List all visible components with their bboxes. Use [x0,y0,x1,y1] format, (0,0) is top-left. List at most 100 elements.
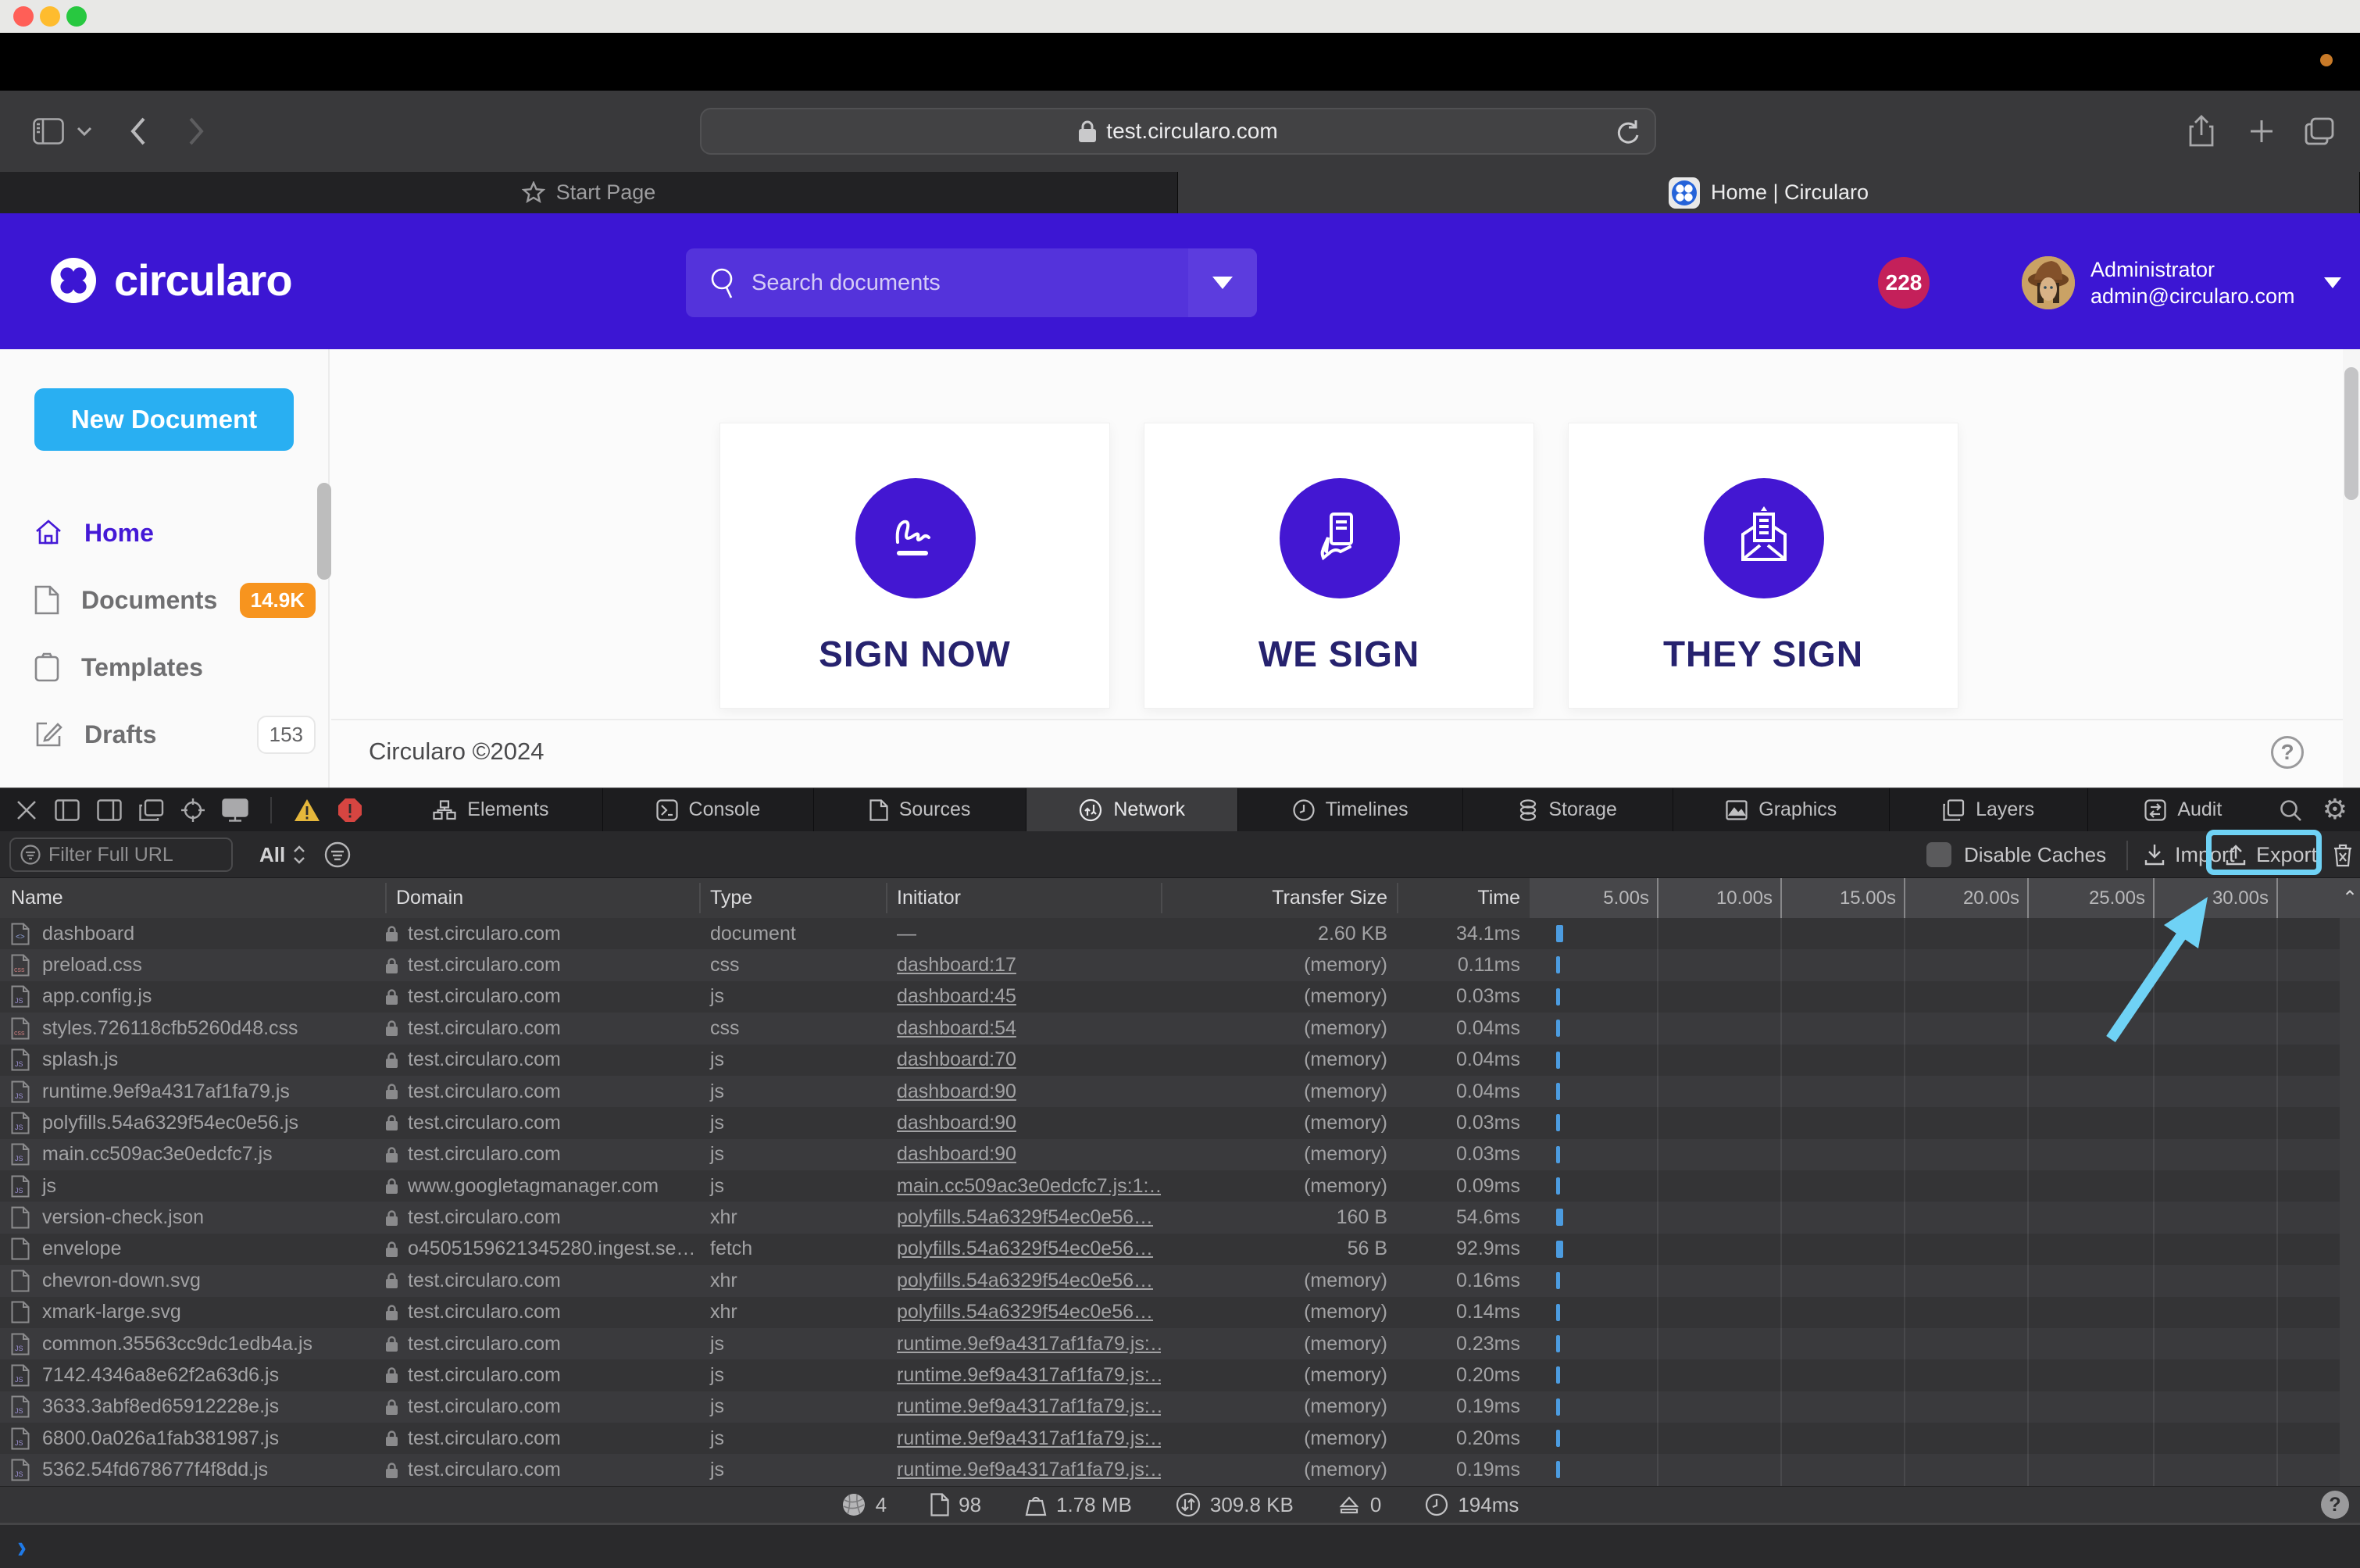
cell-initiator[interactable]: runtime.9ef9a4317af1fa79.js:… [886,1364,1161,1387]
reload-icon[interactable] [1614,119,1641,147]
cell-initiator[interactable]: runtime.9ef9a4317af1fa79.js:… [886,1333,1161,1355]
devtools-tab-elements[interactable]: Elements [380,788,603,832]
devtools-tab-timelines[interactable]: Timelines [1238,788,1464,832]
devtools-close-icon[interactable] [16,799,37,821]
column-header-initiator[interactable]: Initiator [897,878,961,918]
cell-initiator[interactable]: dashboard:90 [886,1143,1161,1166]
element-picker-icon[interactable] [181,798,205,822]
cell-initiator[interactable]: dashboard:90 [886,1112,1161,1134]
warnings-icon[interactable] [294,798,320,822]
disable-caches-control[interactable]: Disable Caches [1926,831,2106,878]
table-row[interactable]: JS main.cc509ac3e0edcfc7.js test.circularo… [0,1138,2360,1170]
cell-initiator[interactable]: polyfills.54a6329f54ec0e56… [886,1206,1161,1229]
table-row[interactable]: JS 5362.54fd678677f4f8dd.js test.circularo… [0,1454,2360,1486]
table-scroll-up-arrow[interactable]: ⌃ [2340,878,2360,918]
circularo-logo[interactable]: circularo [50,255,293,305]
table-row[interactable]: JS 7142.4346a8e62f2a63d6.js test.circularo… [0,1359,2360,1391]
cell-initiator[interactable]: dashboard:54 [886,1017,1161,1040]
cell-initiator[interactable]: runtime.9ef9a4317af1fa79.js:… [886,1459,1161,1481]
new-tab-icon[interactable] [2248,118,2275,145]
table-row[interactable]: css styles.726118cfb5260d48.css test.circu… [0,1013,2360,1045]
url-field[interactable]: test.circularo.com [700,108,1656,155]
table-row[interactable]: css preload.css test.circularo.com css dashb… [0,949,2360,981]
column-header-domain[interactable]: Domain [396,878,463,918]
cell-initiator[interactable]: dashboard:70 [886,1048,1161,1071]
help-icon[interactable]: ? [2271,736,2304,769]
sidebar-scrollbar[interactable] [317,483,331,580]
disable-caches-checkbox[interactable] [1926,842,1951,867]
user-menu[interactable]: Administrator admin@circularo.com [2022,256,2342,309]
new-document-button[interactable]: New Document [34,388,294,451]
devtools-search-icon[interactable] [2279,798,2302,822]
tab-home-circularo[interactable]: Home | Circularo [1178,172,2360,213]
devtools-tab-network[interactable]: Network [1026,788,1239,832]
cell-initiator[interactable]: dashboard:45 [886,985,1161,1008]
forward-button[interactable] [187,116,205,146]
table-row[interactable]: JS runtime.9ef9a4317af1fa79.js test.circul… [0,1075,2360,1108]
cell-initiator[interactable]: polyfills.54a6329f54ec0e56… [886,1238,1161,1260]
table-row[interactable]: JS common.35563cc9dc1edb4a.js test.circula… [0,1327,2360,1360]
back-button[interactable] [130,116,147,146]
column-header-time[interactable]: Time [1397,878,1520,918]
cell-initiator[interactable]: dashboard:17 [886,954,1161,977]
resource-scope-select[interactable]: All [259,831,351,878]
filter-url-input[interactable] [48,843,205,866]
share-icon[interactable] [2187,115,2215,148]
devtools-settings-gear-icon[interactable]: ⚙ [2323,794,2348,826]
devtools-help-icon[interactable]: ? [2321,1491,2349,1519]
table-row[interactable]: xmark-large.svg test.circularo.com xhr poly… [0,1296,2360,1328]
notification-badge[interactable]: 228 [1878,257,1930,309]
table-row[interactable]: JS app.config.js test.circularo.com js dashb… [0,980,2360,1013]
sidebar-item-drafts[interactable]: Drafts 153 [34,709,316,759]
table-row[interactable]: envelope o4505159621345280.ingest.se… fetc… [0,1233,2360,1266]
cell-initiator[interactable]: polyfills.54a6329f54ec0e56… [886,1270,1161,1292]
filter-options-icon[interactable] [324,841,351,868]
devtools-tab-layers[interactable]: Layers [1890,788,2088,832]
table-row[interactable]: version-check.json test.circularo.com xhr p… [0,1202,2360,1234]
cell-initiator[interactable]: runtime.9ef9a4317af1fa79.js:… [886,1395,1161,1418]
column-header-transfer-size[interactable]: Transfer Size [1161,878,1387,918]
device-settings-icon[interactable] [222,798,248,822]
sidebar-item-templates[interactable]: Templates [34,642,316,692]
table-row[interactable]: JS splash.js test.circularo.com js dashboard… [0,1044,2360,1076]
table-scrollbar-gutter[interactable] [2340,918,2360,1486]
errors-icon[interactable] [337,798,362,823]
sign-now-card[interactable]: SIGN NOW [719,423,1110,709]
clear-network-items-button[interactable] [2331,831,2355,878]
dock-side-icon[interactable] [55,798,80,821]
table-row[interactable]: JS 3633.3abf8ed65912228e.js test.circularo… [0,1391,2360,1423]
sidebar-item-home[interactable]: Home [34,508,316,558]
sidebar-toggle-icon[interactable] [33,118,64,145]
we-sign-card[interactable]: WE SIGN [1144,423,1534,709]
cell-initiator[interactable]: dashboard:90 [886,1080,1161,1103]
quick-console[interactable]: › [0,1525,2360,1568]
devtools-tab-graphics[interactable]: Graphics [1673,788,1890,832]
column-header-name[interactable]: Name [11,878,63,918]
table-row[interactable]: JS 6800.0a026a1fab381987.js test.circularo… [0,1423,2360,1455]
devtools-tab-console[interactable]: Console [603,788,814,832]
tab-start-page[interactable]: Start Page [0,172,1178,213]
table-row[interactable]: <> dashboard test.circularo.com document — 2.… [0,918,2360,950]
table-row[interactable]: JS js www.googletagmanager.com js main.cc509… [0,1170,2360,1202]
table-row[interactable]: chevron-down.svg test.circularo.com xhr pol… [0,1265,2360,1297]
cell-initiator[interactable]: polyfills.54a6329f54ec0e56… [886,1301,1161,1323]
they-sign-card[interactable]: THEY SIGN [1568,423,1958,709]
document-search-bar[interactable] [686,248,1257,317]
tab-overview-icon[interactable] [2305,117,2334,145]
detach-window-icon[interactable] [139,798,164,821]
filter-url-field[interactable] [9,838,233,872]
devtools-tab-sources[interactable]: Sources [814,788,1027,832]
devtools-tab-storage[interactable]: Storage [1463,788,1674,832]
search-input[interactable] [752,270,1189,296]
minimize-window-button[interactable] [40,6,60,27]
sidebar-chevron-icon[interactable] [77,126,92,137]
column-header-type[interactable]: Type [710,878,752,918]
search-filter-dropdown[interactable] [1188,248,1257,317]
page-scrollbar-thumb[interactable] [2344,367,2358,500]
table-row[interactable]: JS polyfills.54a6329f54ec0e56.js test.circ… [0,1107,2360,1139]
cell-initiator[interactable]: main.cc509ac3e0edcfc7.js:1:… [886,1175,1161,1198]
zoom-window-button[interactable] [66,6,87,27]
close-window-button[interactable] [13,6,34,27]
sidebar-item-documents[interactable]: Documents 14.9K [34,575,316,625]
cell-initiator[interactable]: runtime.9ef9a4317af1fa79.js:… [886,1427,1161,1450]
